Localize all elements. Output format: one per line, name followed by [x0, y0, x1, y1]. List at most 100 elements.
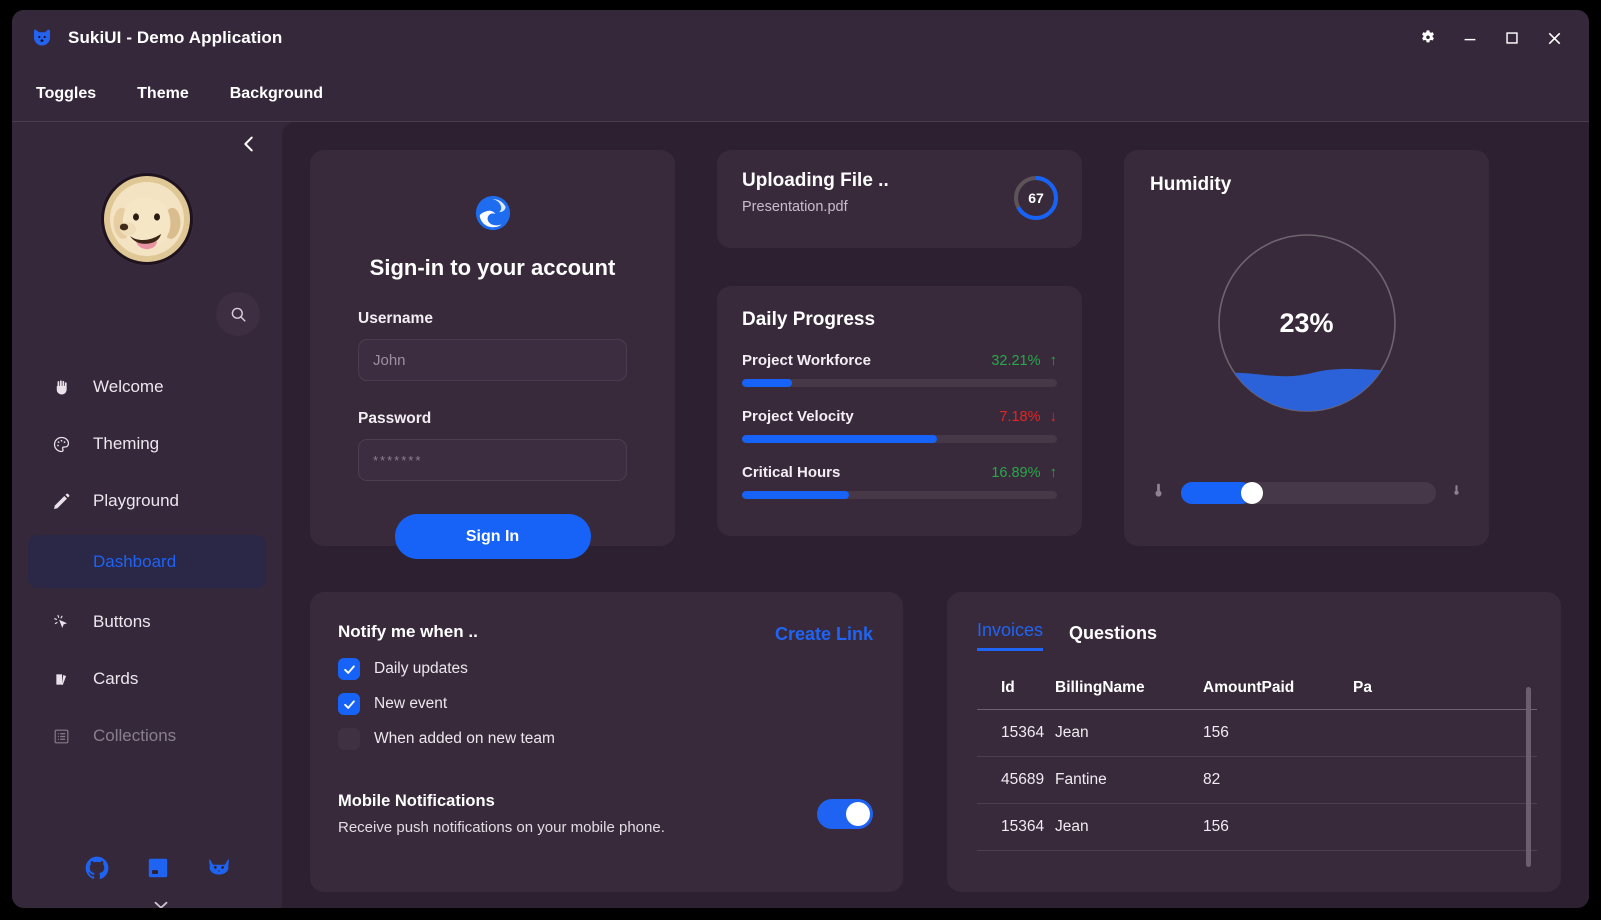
search-icon[interactable]	[216, 292, 260, 336]
sidebar-item-dashboard[interactable]: Dashboard	[28, 535, 266, 588]
progress-row: Project Velocity 7.18% ↓	[742, 408, 1057, 443]
username-input[interactable]	[358, 339, 627, 381]
signin-button[interactable]: Sign In	[394, 514, 591, 559]
table-row[interactable]: 15364 Jean 156	[977, 803, 1537, 851]
gear-icon[interactable]	[1407, 20, 1449, 56]
progress-track	[742, 435, 1057, 443]
bottom-row: Notify me when .. Create Link Daily upda…	[310, 592, 1561, 892]
book-icon[interactable]	[145, 855, 171, 886]
humidity-slider-row	[1150, 479, 1463, 506]
window-title: SukiUI - Demo Application	[68, 28, 283, 47]
sidebar-item-buttons[interactable]: Buttons	[28, 599, 266, 645]
trend-up-icon: ↑	[1049, 464, 1058, 481]
invoices-card: Invoices Questions Id BillingName Amount…	[947, 592, 1561, 892]
progress-label: Project Workforce	[742, 352, 871, 369]
invoices-table: Id BillingName AmountPaid Pa 15364 Jean	[977, 679, 1537, 851]
cell-amountpaid: 156	[1203, 803, 1353, 851]
humidity-slider[interactable]	[1181, 481, 1436, 504]
sidebar-item-collections[interactable]: Collections	[28, 713, 266, 759]
app-window: SukiUI - Demo Application Toggles Theme …	[12, 10, 1589, 908]
menu-item-toggles[interactable]: Toggles	[36, 85, 96, 103]
menu-item-background[interactable]: Background	[230, 85, 323, 103]
table-row[interactable]: 15364 Jean 156	[977, 709, 1537, 757]
invoices-tabs: Invoices Questions	[977, 620, 1537, 651]
sidebar-item-label: Buttons	[93, 612, 151, 631]
cell-billingname: Fantine	[1055, 756, 1203, 804]
column-header-amountpaid[interactable]: AmountPaid	[1203, 679, 1353, 710]
notification-title: Notify me when ..	[338, 622, 478, 641]
notification-head: Notify me when .. Create Link	[338, 622, 873, 645]
sidebar-item-label: Theming	[93, 434, 160, 453]
minimize-icon[interactable]	[1449, 20, 1491, 56]
invoices-table-wrap: Id BillingName AmountPaid Pa 15364 Jean	[977, 679, 1537, 879]
password-input[interactable]	[358, 439, 627, 481]
cell-id: 15364	[977, 709, 1055, 757]
mobile-notifications-title: Mobile Notifications	[338, 792, 495, 810]
progress-head: Project Velocity 7.18% ↓	[742, 408, 1057, 425]
top-row: Sign-in to your account Username Passwor…	[310, 150, 1561, 559]
upload-progress-label: 67	[1028, 190, 1044, 206]
avatar-wrapper	[12, 172, 282, 266]
create-link-button[interactable]: Create Link	[775, 624, 873, 645]
slider-thumb[interactable]	[1241, 481, 1264, 504]
sidebar-collapse-row	[12, 122, 282, 166]
table-header-row: Id BillingName AmountPaid Pa	[977, 679, 1537, 710]
sidebar-item-welcome[interactable]: Welcome	[28, 364, 266, 410]
sidebar-item-theming[interactable]: Theming	[28, 421, 266, 467]
checkbox-row[interactable]: New event	[338, 693, 873, 715]
pencil-icon	[48, 492, 74, 511]
checkbox-row[interactable]: Daily updates	[338, 658, 873, 680]
checkbox-new-event[interactable]	[338, 693, 360, 715]
tab-invoices[interactable]: Invoices	[977, 620, 1044, 651]
checkbox-new-team[interactable]	[338, 728, 360, 750]
cell-pa	[1353, 756, 1537, 804]
column-header-id[interactable]: Id	[977, 679, 1055, 710]
tab-questions[interactable]: Questions	[1069, 623, 1157, 651]
progress-head: Project Workforce 32.21% ↑	[742, 352, 1057, 369]
dog-logo-icon	[30, 26, 54, 50]
sidebar-nav: Welcome Theming Playground Dashboard But…	[12, 364, 282, 770]
column-header-pa[interactable]: Pa	[1353, 679, 1537, 710]
sidebar-item-label: Collections	[93, 726, 177, 745]
chevron-down-icon[interactable]	[150, 894, 172, 908]
menu-item-theme[interactable]: Theme	[137, 85, 189, 103]
cell-id: 45689	[977, 756, 1055, 804]
mobile-texts: Mobile Notifications Receive push notifi…	[338, 792, 817, 836]
password-label: Password	[358, 410, 432, 427]
column-header-billingname[interactable]: BillingName	[1055, 679, 1203, 710]
checkbox-label: When added on new team	[374, 730, 555, 747]
edge-logo-icon	[358, 194, 627, 237]
sidebar-item-cards[interactable]: Cards	[28, 656, 266, 702]
sidebar-item-label: Welcome	[93, 377, 164, 396]
invoices-scrollbar[interactable]	[1526, 687, 1531, 867]
humidity-gauge: 23%	[1217, 233, 1397, 413]
sidebar-item-label: Playground	[93, 491, 180, 510]
humidity-card: Humidity 23%	[1124, 150, 1489, 546]
cell-billingname: Jean	[1055, 803, 1203, 851]
toggle-knob	[846, 802, 870, 826]
cell-amountpaid: 156	[1203, 709, 1353, 757]
dashboard-content: Sign-in to your account Username Passwor…	[282, 122, 1589, 908]
maximize-icon[interactable]	[1491, 20, 1533, 56]
progress-head: Critical Hours 16.89% ↑	[742, 464, 1057, 481]
chevron-left-icon[interactable]	[236, 131, 262, 157]
daily-progress-card: Daily Progress Project Workforce 32.21% …	[717, 286, 1082, 536]
progress-track	[742, 379, 1057, 387]
progress-row: Critical Hours 16.89% ↑	[742, 464, 1057, 499]
mobile-notifications-toggle[interactable]	[817, 799, 873, 829]
upload-title: Uploading File ..	[742, 170, 889, 191]
table-row[interactable]: 45689 Fantine 82	[977, 756, 1537, 804]
checkbox-daily-updates[interactable]	[338, 658, 360, 680]
progress-value: 32.21%	[991, 352, 1041, 369]
sidebar-item-playground[interactable]: Playground	[28, 478, 266, 524]
github-icon[interactable]	[84, 855, 110, 886]
upload-texts: Uploading File .. Presentation.pdf	[742, 170, 1012, 215]
progress-row: Project Workforce 32.21% ↑	[742, 352, 1057, 387]
close-icon[interactable]	[1533, 20, 1575, 56]
cat-icon[interactable]	[206, 855, 232, 886]
trend-down-icon: ↓	[1049, 408, 1058, 425]
daily-progress-title: Daily Progress	[742, 309, 876, 330]
checkbox-row[interactable]: When added on new team	[338, 728, 873, 750]
trend-up-icon: ↑	[1049, 352, 1058, 369]
avatar[interactable]	[100, 172, 194, 266]
